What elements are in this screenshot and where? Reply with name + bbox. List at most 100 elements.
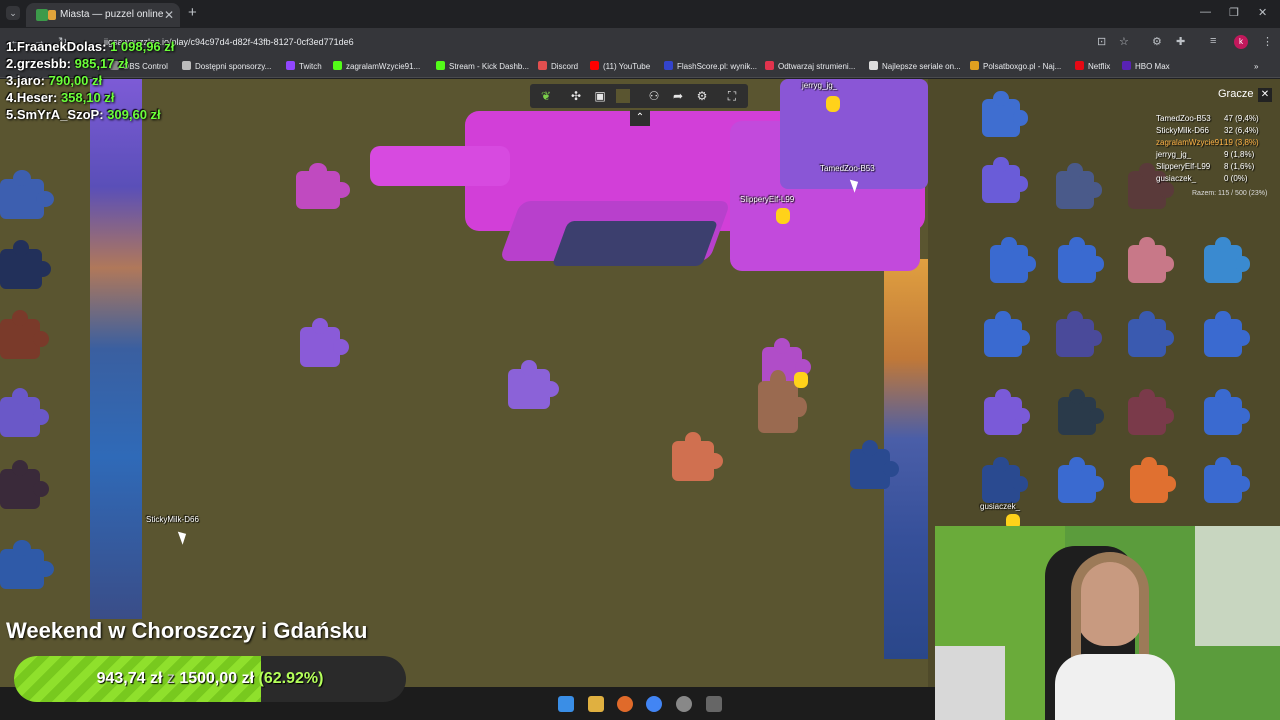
- assembled-edge-right[interactable]: [884, 259, 928, 659]
- fullscreen-icon[interactable]: ⛶: [724, 88, 740, 104]
- tab-favicon-icon: [36, 9, 48, 21]
- puzzle-piece[interactable]: [672, 432, 724, 481]
- bookmark-item[interactable]: (11) YouTube: [590, 60, 650, 74]
- puzzle-piece[interactable]: [1056, 310, 1103, 357]
- puzzle-piece[interactable]: [984, 388, 1031, 435]
- cursor-label: SlipperyElf-L99: [740, 195, 795, 204]
- puzzle-piece[interactable]: [296, 162, 350, 209]
- windows-start-icon[interactable]: [558, 696, 574, 712]
- puzzle-piece[interactable]: [982, 90, 1029, 137]
- new-tab-icon[interactable]: +: [188, 4, 197, 21]
- share-icon[interactable]: ➦: [670, 88, 686, 104]
- puzzle-piece[interactable]: [0, 460, 49, 509]
- puzzle-piece[interactable]: [1204, 388, 1251, 435]
- player-score: 19 (3,8%): [1224, 138, 1259, 147]
- puzzle-piece[interactable]: [0, 310, 49, 359]
- bookmark-item[interactable]: Twitch: [286, 60, 322, 74]
- collapse-toolbar-icon[interactable]: ⌃: [630, 110, 650, 126]
- menu-icon[interactable]: ⋮: [1262, 35, 1273, 48]
- bookmark-item[interactable]: FlashScore.pl: wynik...: [664, 60, 757, 74]
- puzzle-piece[interactable]: [990, 236, 1037, 283]
- puzzle-piece[interactable]: [1128, 310, 1175, 357]
- close-window-icon[interactable]: ✕: [1258, 6, 1267, 19]
- logo-icon[interactable]: ❦: [538, 88, 554, 104]
- player-score: 32 (6,4%): [1224, 126, 1259, 135]
- install-icon[interactable]: ⊡: [1097, 35, 1106, 48]
- puzzle-piece[interactable]: [0, 240, 52, 289]
- players-icon[interactable]: ⚇: [646, 88, 662, 104]
- pieces-total: Razem: 115 / 500 (23%): [1192, 190, 1268, 197]
- settings-icon[interactable]: ⚙: [694, 88, 710, 104]
- bookmark-item[interactable]: Stream - Kick Dashb...: [436, 60, 529, 74]
- bookmark-item[interactable]: Netflix: [1075, 60, 1110, 74]
- bookmark-item[interactable]: Dostępni sponsorzy...: [182, 60, 271, 74]
- puzzle-piece[interactable]: [1058, 236, 1105, 283]
- bookmark-item[interactable]: Odtwarzaj strumieni...: [765, 60, 855, 74]
- puzzle-piece[interactable]: [1130, 456, 1177, 503]
- cursor-label: gusiaczek_: [980, 502, 1021, 511]
- leaderboard-row: 2.grzesbb: 985,17 zł: [6, 56, 129, 71]
- puzzle-piece[interactable]: [1058, 456, 1105, 503]
- puzzle-piece[interactable]: [1056, 162, 1103, 209]
- obs-icon[interactable]: [676, 696, 692, 712]
- bookmark-item[interactable]: zagralamWzycie91...: [333, 60, 420, 74]
- player-name: zagralamWzycie91: [1156, 138, 1224, 147]
- bookmark-item[interactable]: Najlepsze seriale on...: [869, 60, 961, 74]
- extension-icon[interactable]: ⚙: [1152, 35, 1162, 48]
- leaderboard-row: 5.SmYrA_SzoP: 309,60 zł: [6, 107, 161, 122]
- goal-progress-text: 943,74 zł z 1500,00 zł (62.92%): [96, 670, 324, 687]
- address-bar[interactable]: jigsawpuzzles.io/play/c94c97d4-d82f-43fb…: [96, 31, 1146, 53]
- file-explorer-icon[interactable]: [588, 696, 604, 712]
- profile-avatar[interactable]: k: [1234, 35, 1248, 49]
- puzzle-piece[interactable]: [1204, 456, 1251, 503]
- puzzle-piece[interactable]: [982, 456, 1029, 503]
- leaderboard-row: 4.Heser: 358,10 zł: [6, 90, 115, 105]
- puzzle-piece[interactable]: [508, 360, 560, 409]
- restore-icon[interactable]: ❐: [1229, 6, 1239, 19]
- firefox-icon[interactable]: [617, 696, 633, 712]
- cursor-label: jerryg_jg_: [802, 81, 838, 90]
- puzzle-piece[interactable]: [1204, 236, 1251, 283]
- tab-active[interactable]: Miasta — puzzel online ✕: [26, 3, 180, 27]
- close-tab-icon[interactable]: ✕: [164, 3, 174, 27]
- puzzle-icon[interactable]: ✣: [568, 88, 584, 104]
- tab-search-icon[interactable]: ⌄: [6, 6, 20, 20]
- player-name: TamedZoo-B53: [1156, 114, 1211, 123]
- bookmark-item[interactable]: Discord: [538, 60, 578, 74]
- bookmark-item[interactable]: Polsatboxgo.pl - Naj...: [970, 60, 1061, 74]
- puzzle-piece[interactable]: [984, 310, 1031, 357]
- more-bookmarks-icon[interactable]: »: [1254, 60, 1258, 74]
- bookmarks-bar: OBS Control Dostępni sponsorzy... Twitch…: [0, 56, 1280, 78]
- puzzle-piece[interactable]: [1128, 236, 1175, 283]
- webcam-feed: [935, 526, 1280, 720]
- browser-toolbar: ← → ↻ jigsawpuzzles.io/play/c94c97d4-d82…: [0, 28, 1280, 56]
- hand-cursor-icon: [776, 208, 790, 224]
- hand-cursor-icon: [794, 372, 808, 388]
- puzzle-piece[interactable]: [758, 369, 807, 433]
- goal-title: Weekend w Choroszczy i Gdańsku: [6, 618, 368, 643]
- bookmark-item[interactable]: HBO Max: [1122, 60, 1170, 74]
- bookmark-star-icon[interactable]: ☆: [1119, 35, 1129, 48]
- player-name: StickyMilk-D66: [1156, 126, 1209, 135]
- puzzle-piece[interactable]: [850, 440, 899, 489]
- assembled-edge-left[interactable]: [90, 79, 142, 619]
- puzzle-piece[interactable]: [300, 318, 349, 367]
- puzzle-piece[interactable]: [0, 170, 54, 219]
- media-icon[interactable]: ≡: [1210, 35, 1216, 47]
- puzzle-board[interactable]: [0, 79, 928, 687]
- puzzle-piece[interactable]: [1128, 388, 1175, 435]
- chrome-icon[interactable]: [646, 696, 662, 712]
- close-players-icon[interactable]: ✕: [1258, 88, 1272, 102]
- minimize-icon[interactable]: —: [1200, 6, 1211, 18]
- puzzle-piece[interactable]: [0, 388, 49, 437]
- puzzle-extension-icon[interactable]: ✚: [1176, 35, 1185, 48]
- puzzle-piece[interactable]: [982, 156, 1029, 203]
- puzzle-piece[interactable]: [0, 540, 54, 589]
- game-toolbar: ❦ ✣ ▣ ⚇ ➦ ⚙ ⛶: [530, 84, 748, 108]
- preview-icon[interactable]: ▣: [592, 88, 608, 104]
- donation-leaderboard: 1.FraanekDolas: 1 098,96 zł 2.grzesbb: 9…: [6, 38, 174, 123]
- app-icon[interactable]: [706, 696, 722, 712]
- background-icon[interactable]: [616, 89, 630, 103]
- puzzle-piece[interactable]: [1204, 310, 1251, 357]
- puzzle-piece[interactable]: [1058, 388, 1105, 435]
